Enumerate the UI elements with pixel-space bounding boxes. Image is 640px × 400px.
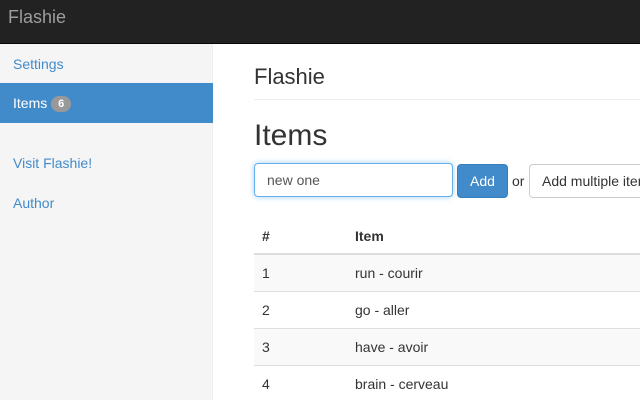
row-number: 1: [254, 253, 347, 291]
row-item: have - avoir: [347, 327, 640, 365]
items-table: # Item 1 run - courir 2 go - aller 3 hav…: [254, 218, 640, 400]
sidebar-item-label: Visit Flashie!: [13, 155, 93, 171]
page-title: Items: [254, 119, 328, 152]
table-row: 2 go - aller: [254, 290, 640, 328]
sidebar-item-label: Items: [13, 95, 48, 111]
top-navbar: Flashie: [0, 0, 640, 44]
table-header-row: # Item: [254, 218, 640, 255]
new-item-input[interactable]: [254, 163, 453, 197]
table-row: 3 have - avoir: [254, 327, 640, 365]
main-content: Flashie Items Add or Add multiple items …: [213, 44, 640, 400]
row-number: 3: [254, 327, 347, 365]
sidebar-item-items[interactable]: Items 6: [0, 83, 213, 123]
sidebar: Settings Items 6 Visit Flashie! Author: [0, 44, 213, 400]
items-count-badge: 6: [51, 96, 72, 112]
table-row: 1 run - courir: [254, 253, 640, 291]
column-header-number: #: [254, 218, 347, 255]
sidebar-item-settings[interactable]: Settings: [0, 44, 213, 84]
add-button[interactable]: Add: [457, 164, 508, 198]
table-row: 4 brain - cerveau: [254, 364, 640, 400]
row-number: 4: [254, 364, 347, 400]
sidebar-item-label: Settings: [13, 56, 64, 72]
add-multiple-items-button[interactable]: Add multiple items: [529, 164, 640, 198]
title-divider: [254, 99, 640, 100]
row-item: run - courir: [347, 253, 640, 291]
row-item: brain - cerveau: [347, 364, 640, 400]
site-title: Flashie: [254, 64, 325, 89]
row-number: 2: [254, 290, 347, 328]
column-header-item: Item: [347, 218, 640, 255]
sidebar-item-author[interactable]: Author: [0, 183, 213, 223]
row-item: go - aller: [347, 290, 640, 328]
sidebar-item-visit-flashie[interactable]: Visit Flashie!: [0, 143, 213, 183]
sidebar-item-label: Author: [13, 195, 55, 211]
navbar-brand[interactable]: Flashie: [8, 7, 66, 27]
or-label: or: [512, 173, 525, 189]
